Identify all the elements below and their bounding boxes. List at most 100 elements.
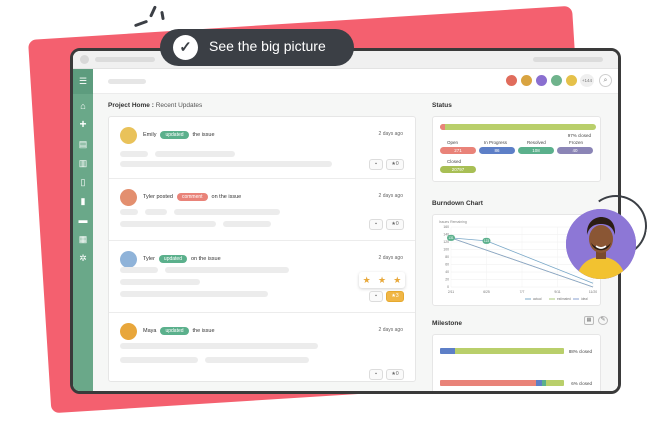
activity-badge: updated: [160, 327, 189, 335]
milestone-progress-bar[interactable]: [440, 348, 564, 354]
doc-icon[interactable]: ▮: [78, 196, 88, 206]
status-label-closed: Closed: [447, 159, 462, 164]
activity-user[interactable]: Tyler posted: [143, 194, 173, 200]
text-placeholder: [120, 357, 198, 363]
reaction-picker[interactable]: ★ ★ ★: [359, 272, 405, 288]
status-panel: 97% closed Open In Progress Resolved Fro…: [432, 116, 601, 182]
star-count: 0: [395, 371, 399, 377]
y-tick-label: 60: [445, 263, 449, 267]
folder-icon[interactable]: ▬: [78, 215, 88, 225]
y-tick-label: 80: [445, 255, 449, 259]
board-icon[interactable]: ▥: [78, 158, 88, 168]
comment-icon[interactable]: ▪: [369, 219, 383, 230]
text-placeholder: [165, 267, 289, 273]
activity-time: 2 days ago: [378, 131, 403, 137]
window-dot: [80, 55, 89, 64]
calendar-icon[interactable]: ▦: [584, 316, 594, 325]
activity-line: Emily updated the issue: [143, 131, 215, 139]
status-count-resolved[interactable]: 108: [518, 147, 554, 154]
status-count-frozen[interactable]: 40: [557, 147, 593, 154]
hero-illustration: ☰ ⌂ + ▤ ▥ ▯ ▮ ▬ ▦ ✲ +144 ⌕ Project Home …: [0, 0, 662, 426]
text-placeholder: [120, 291, 268, 297]
text-placeholder: [145, 209, 167, 215]
check-icon: ✓: [173, 35, 198, 60]
burst-line: [149, 5, 157, 18]
star-button[interactable]: ★3: [386, 291, 404, 302]
app-window: ☰ ⌂ + ▤ ▥ ▯ ▮ ▬ ▦ ✲ +144 ⌕ Project Home …: [70, 48, 621, 394]
star-button[interactable]: ★0: [386, 159, 404, 170]
comment-icon[interactable]: ▪: [369, 369, 383, 380]
activity-suffix: on the issue: [191, 256, 221, 262]
headline-pill: ✓ See the big picture: [160, 29, 354, 66]
list-item[interactable]: Tyler posted comment on the issue 2 days…: [109, 179, 415, 241]
activity-badge: updated: [158, 255, 187, 263]
burst-line: [133, 19, 149, 28]
edit-icon[interactable]: ✎: [598, 316, 608, 325]
status-progress-open-segment: [440, 124, 445, 130]
star-rating-icon[interactable]: ★: [393, 275, 401, 286]
avatar[interactable]: [120, 323, 137, 340]
avatar[interactable]: [120, 251, 137, 268]
milestone-progress-bar[interactable]: [440, 380, 564, 386]
y-tick-label: 160: [443, 225, 449, 229]
avatar[interactable]: [535, 74, 548, 87]
star-rating-icon[interactable]: ★: [378, 275, 386, 286]
activity-time: 2 days ago: [378, 255, 403, 261]
gear-icon[interactable]: ✲: [78, 253, 88, 263]
activity-suffix: the issue: [192, 132, 215, 138]
avatar[interactable]: [120, 127, 137, 144]
y-tick-label: 20: [445, 278, 449, 282]
activity-line: Tyler posted comment on the issue: [143, 193, 241, 201]
status-count-open[interactable]: 271: [440, 147, 476, 154]
milestone-panel: 88% closed 6% closed: [432, 334, 601, 391]
file-icon[interactable]: ▯: [78, 177, 88, 187]
x-tick-label: 2/11: [448, 290, 454, 294]
list-item[interactable]: Emily updated the issue 2 days ago ▪ ★0: [109, 117, 415, 179]
avatar[interactable]: [565, 74, 578, 87]
activity-user[interactable]: Maya: [143, 328, 156, 334]
status-count-closed[interactable]: 20797: [440, 166, 476, 173]
list-icon[interactable]: ▤: [78, 139, 88, 149]
activity-user[interactable]: Emily: [143, 132, 156, 138]
milestone-title: Milestone: [432, 320, 462, 327]
star-count: 0: [395, 221, 399, 227]
comment-icon[interactable]: ▪: [369, 291, 383, 302]
address-bar-placeholder: [95, 57, 155, 62]
plus-icon[interactable]: +: [78, 118, 88, 130]
star-rating-icon[interactable]: ★: [363, 275, 371, 286]
x-tick-label: 9/11: [554, 290, 560, 294]
star-count: 0: [395, 161, 399, 167]
main-content: Project Home : Recent Updates Emily upda…: [93, 94, 618, 391]
avatar[interactable]: [120, 189, 137, 206]
item-actions: ▪ ★3: [369, 291, 404, 302]
comment-icon[interactable]: ▪: [369, 159, 383, 170]
list-item[interactable]: Tyler updated on the issue 2 days ago ★ …: [109, 241, 415, 313]
star-button[interactable]: ★0: [386, 219, 404, 230]
text-placeholder: [120, 343, 318, 349]
star-button[interactable]: ★0: [386, 369, 404, 380]
legend-label: actual: [533, 297, 542, 301]
search-icon[interactable]: ⌕: [599, 74, 612, 87]
milestone-open-segment: [440, 348, 455, 354]
activity-badge: updated: [160, 131, 189, 139]
text-placeholder: [205, 357, 309, 363]
chart-legend: actual estimated ideal: [525, 297, 588, 301]
more-members-count[interactable]: +144: [580, 74, 594, 87]
status-closed-percent: 97% closed: [567, 133, 591, 138]
list-item[interactable]: Maya updated the issue 2 days ago ▪ ★0: [109, 313, 415, 383]
activity-user[interactable]: Tyler: [143, 256, 155, 262]
menu-icon[interactable]: ☰: [78, 76, 88, 86]
home-icon[interactable]: ⌂: [78, 101, 88, 111]
sidebar: ☰ ⌂ + ▤ ▥ ▯ ▮ ▬ ▦ ✲: [73, 69, 93, 391]
status-count-in-progress[interactable]: 86: [479, 147, 515, 154]
avatar[interactable]: [520, 74, 533, 87]
status-label-resolved: Resolved: [527, 140, 546, 145]
avatar[interactable]: [505, 74, 518, 87]
avatar[interactable]: [550, 74, 563, 87]
y-tick-label: 100: [443, 248, 449, 252]
team-avatars[interactable]: +144: [505, 74, 594, 87]
text-placeholder: [120, 151, 148, 157]
text-placeholder: [120, 161, 332, 167]
archive-icon[interactable]: ▦: [78, 234, 88, 244]
x-tick-label: 11/20: [589, 290, 597, 294]
